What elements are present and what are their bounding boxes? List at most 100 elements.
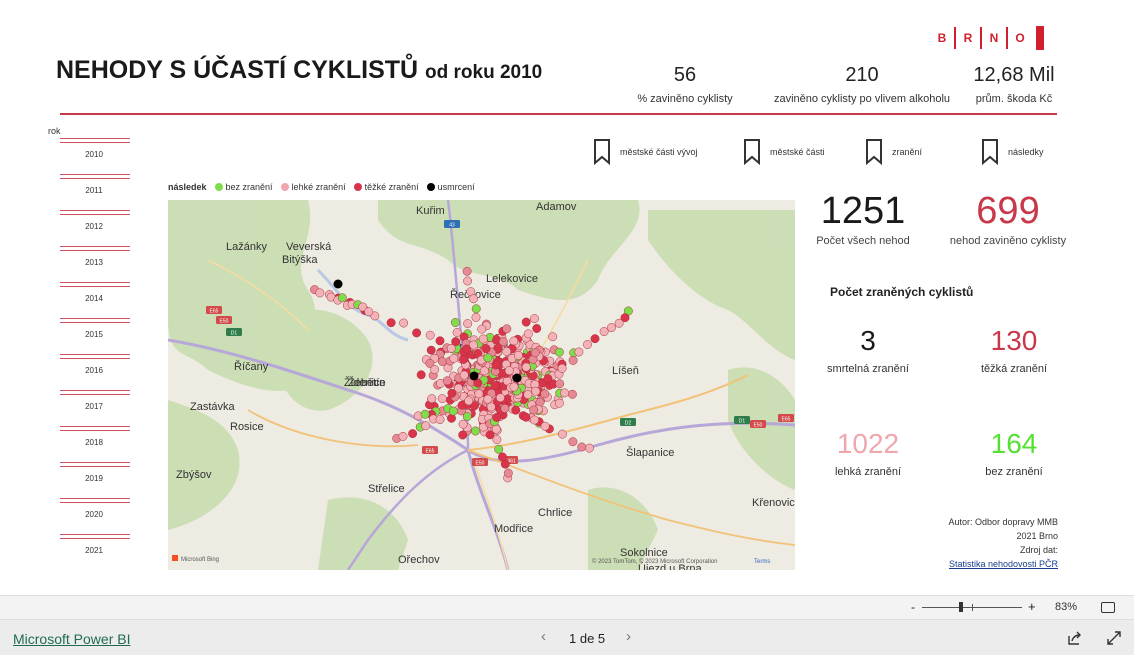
accident-point[interactable] <box>479 366 489 376</box>
accident-point[interactable] <box>509 336 519 346</box>
accident-point[interactable] <box>364 307 374 317</box>
accident-point[interactable] <box>500 403 510 413</box>
fatal-accident-point[interactable] <box>333 279 343 289</box>
accident-point[interactable] <box>495 393 505 403</box>
accident-point[interactable] <box>408 429 418 439</box>
accident-point[interactable] <box>469 294 478 304</box>
bookmark-district-trend[interactable]: městské části vývoj <box>592 138 698 166</box>
year-option[interactable]: 2017 <box>58 388 130 424</box>
year-option[interactable]: 2012 <box>58 208 130 244</box>
fullscreen-icon[interactable] <box>1106 630 1122 646</box>
accident-point[interactable] <box>521 412 531 422</box>
accident-point[interactable] <box>614 318 624 328</box>
bookmark-districts[interactable]: městské části <box>742 138 825 166</box>
next-page-button[interactable]: › <box>626 628 631 645</box>
accident-point[interactable] <box>430 365 440 374</box>
zoom-in-button[interactable]: + <box>1028 599 1036 614</box>
accident-point[interactable] <box>567 389 577 399</box>
accident-point[interactable] <box>583 340 592 349</box>
accident-point[interactable] <box>462 412 472 421</box>
accident-point[interactable] <box>540 389 550 399</box>
year-option[interactable]: 2021 <box>58 532 130 568</box>
accident-point[interactable] <box>503 468 513 478</box>
accident-point[interactable] <box>574 347 584 357</box>
bookmark-consequences[interactable]: následky <box>980 138 1044 166</box>
accident-point[interactable] <box>481 344 491 354</box>
accident-point[interactable] <box>493 343 503 353</box>
accident-point[interactable] <box>502 324 512 334</box>
accident-point[interactable] <box>584 443 594 453</box>
accident-point[interactable] <box>412 328 422 338</box>
legend-item[interactable]: usmrcení <box>426 182 475 192</box>
accident-point[interactable] <box>530 348 540 358</box>
accident-point[interactable] <box>458 430 468 440</box>
accident-point[interactable] <box>492 435 502 445</box>
accident-point[interactable] <box>502 347 512 356</box>
zoom-slider-thumb[interactable] <box>959 602 963 612</box>
accident-point[interactable] <box>590 334 600 344</box>
zoom-out-button[interactable]: - <box>911 600 915 614</box>
accident-point[interactable] <box>486 402 496 412</box>
accident-point[interactable] <box>577 442 587 452</box>
accident-point[interactable] <box>420 409 430 419</box>
accident-point[interactable] <box>530 415 539 425</box>
accident-point[interactable] <box>458 419 468 429</box>
fatal-accident-point[interactable] <box>512 373 522 383</box>
accident-point[interactable] <box>568 355 578 365</box>
accident-point[interactable] <box>464 396 474 406</box>
accident-point[interactable] <box>557 429 567 439</box>
accident-point[interactable] <box>427 394 437 404</box>
accident-point[interactable] <box>529 405 539 415</box>
accident-point[interactable] <box>425 330 435 340</box>
accident-point[interactable] <box>523 390 533 400</box>
accident-point[interactable] <box>509 382 519 392</box>
accident-point[interactable] <box>437 394 447 404</box>
accident-point[interactable] <box>471 312 481 322</box>
accident-point[interactable] <box>463 319 473 329</box>
year-option[interactable]: 2010 <box>58 136 130 172</box>
accident-point[interactable] <box>449 353 459 363</box>
accident-point[interactable] <box>498 452 507 462</box>
accident-point[interactable] <box>523 329 533 339</box>
accident-point[interactable] <box>399 318 409 328</box>
accident-point[interactable] <box>521 317 531 327</box>
accident-point[interactable] <box>560 388 570 398</box>
accident-point[interactable] <box>557 363 567 373</box>
accident-point[interactable] <box>477 324 487 334</box>
accident-point[interactable] <box>491 360 501 370</box>
fatal-accident-point[interactable] <box>469 371 479 381</box>
year-option[interactable]: 2015 <box>58 316 130 352</box>
credits-source-link[interactable]: Statistika nehodovosti PČR <box>949 559 1058 569</box>
accident-point[interactable] <box>416 370 426 380</box>
accident-point[interactable] <box>474 389 484 399</box>
accident-point[interactable] <box>511 405 521 415</box>
accident-point[interactable] <box>398 431 408 441</box>
accident-point[interactable] <box>471 304 481 314</box>
previous-page-button[interactable]: ‹ <box>541 628 546 645</box>
accident-point[interactable] <box>483 394 493 404</box>
year-option[interactable]: 2011 <box>58 172 130 208</box>
powerbi-link[interactable]: Microsoft Power BI <box>13 631 130 647</box>
accident-point[interactable] <box>448 406 458 416</box>
accident-point[interactable] <box>462 344 471 354</box>
accident-point[interactable] <box>490 381 500 391</box>
legend-item[interactable]: lehké zranění <box>280 182 346 192</box>
accident-point[interactable] <box>435 336 445 346</box>
accident-point[interactable] <box>554 347 564 357</box>
year-option[interactable]: 2016 <box>58 352 130 388</box>
accident-point[interactable] <box>532 324 542 333</box>
bookmark-injuries[interactable]: zranění <box>864 138 922 166</box>
accident-point[interactable] <box>568 437 578 447</box>
map-canvas[interactable]: KuřimAdamovLažánkyVeverskáBitýškaŘečkovi… <box>168 200 795 570</box>
year-option[interactable]: 2018 <box>58 424 130 460</box>
accident-point[interactable] <box>530 314 539 324</box>
accident-point[interactable] <box>483 353 493 363</box>
accident-point[interactable] <box>442 376 452 386</box>
accident-point[interactable] <box>494 444 504 454</box>
legend-item[interactable]: bez zranění <box>214 182 273 192</box>
legend-item[interactable]: těžké zranění <box>353 182 419 192</box>
accident-point[interactable] <box>513 350 523 360</box>
accident-point[interactable] <box>435 415 445 425</box>
accident-point[interactable] <box>451 337 461 347</box>
accident-point[interactable] <box>607 323 616 333</box>
